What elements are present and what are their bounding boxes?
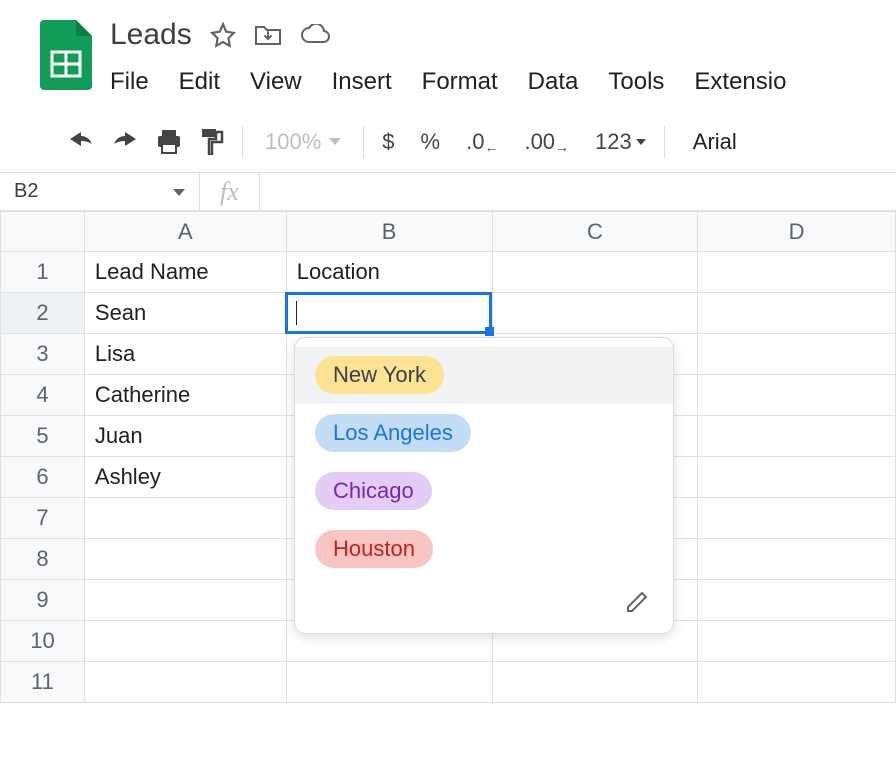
dropdown-option-houston[interactable]: Houston <box>295 520 673 578</box>
doc-title[interactable]: Leads <box>110 18 192 52</box>
separator <box>664 126 665 158</box>
row-header-1[interactable]: 1 <box>1 252 85 293</box>
chevron-down-icon <box>636 139 646 146</box>
sheets-logo[interactable] <box>40 20 92 95</box>
dropdown-footer <box>295 578 673 633</box>
increase-decimal-button[interactable]: .00→ <box>524 129 569 155</box>
zoom-value: 100% <box>265 129 321 155</box>
more-formats-button[interactable]: 123 <box>595 129 646 155</box>
row-header-5[interactable]: 5 <box>1 416 85 457</box>
chevron-down-icon <box>173 180 185 203</box>
row-header-3[interactable]: 3 <box>1 334 85 375</box>
name-box[interactable]: B2 <box>0 173 200 210</box>
formula-input[interactable] <box>260 173 896 210</box>
star-icon[interactable] <box>210 22 236 48</box>
menu-extensions[interactable]: Extensio <box>694 68 786 96</box>
chip-label: Chicago <box>315 472 432 510</box>
cell-d7[interactable] <box>698 498 896 539</box>
separator <box>363 126 364 158</box>
column-header-d[interactable]: D <box>698 212 896 252</box>
cell-a7[interactable] <box>84 498 286 539</box>
cell-d10[interactable] <box>698 621 896 662</box>
cell-d4[interactable] <box>698 375 896 416</box>
cloud-status-icon[interactable] <box>300 24 330 46</box>
chip-label: Los Angeles <box>315 414 471 452</box>
zoom-selector[interactable]: 100% <box>261 129 345 155</box>
header: Leads File Edit View Insert Format Data … <box>0 0 896 96</box>
row-header-4[interactable]: 4 <box>1 375 85 416</box>
move-icon[interactable] <box>254 23 282 47</box>
cell-d11[interactable] <box>698 662 896 703</box>
row-header-8[interactable]: 8 <box>1 539 85 580</box>
select-all-corner[interactable] <box>1 212 85 252</box>
chip-label: New York <box>315 356 444 394</box>
print-icon[interactable] <box>156 130 182 154</box>
history-group <box>68 129 224 155</box>
column-header-c[interactable]: C <box>492 212 698 252</box>
cell-a3[interactable]: Lisa <box>84 334 286 375</box>
undo-icon[interactable] <box>68 132 94 152</box>
cell-a6[interactable]: Ashley <box>84 457 286 498</box>
menu-tools[interactable]: Tools <box>608 68 664 96</box>
cell-a8[interactable] <box>84 539 286 580</box>
row-header-11[interactable]: 11 <box>1 662 85 703</box>
menu-file[interactable]: File <box>110 68 149 96</box>
title-row: Leads <box>110 12 896 52</box>
row-header-9[interactable]: 9 <box>1 580 85 621</box>
menu-view[interactable]: View <box>250 68 302 96</box>
validation-dropdown: New York Los Angeles Chicago Houston <box>294 337 674 634</box>
menu-insert[interactable]: Insert <box>332 68 392 96</box>
fx-label: fx <box>200 173 260 210</box>
doc-info: Leads File Edit View Insert Format Data … <box>110 12 896 96</box>
cell-a9[interactable] <box>84 580 286 621</box>
spreadsheet-grid: A B C D 1 Lead Name Location 2 Sean 3 Li… <box>0 211 896 703</box>
menu-format[interactable]: Format <box>422 68 498 96</box>
cell-a4[interactable]: Catherine <box>84 375 286 416</box>
cell-a5[interactable]: Juan <box>84 416 286 457</box>
cell-a2[interactable]: Sean <box>84 293 286 334</box>
cell-reference: B2 <box>14 180 38 203</box>
cell-d2[interactable] <box>698 293 896 334</box>
pencil-icon[interactable] <box>625 590 649 619</box>
cell-d9[interactable] <box>698 580 896 621</box>
cell-d6[interactable] <box>698 457 896 498</box>
dropdown-option-los-angeles[interactable]: Los Angeles <box>295 404 673 462</box>
font-selector[interactable]: Arial <box>683 129 737 155</box>
separator <box>242 126 243 158</box>
toolbar: 100% $ % .0← .00→ 123 Arial <box>0 112 896 173</box>
dropdown-option-new-york[interactable]: New York <box>295 346 673 404</box>
redo-icon[interactable] <box>112 132 138 152</box>
cell-b1[interactable]: Location <box>286 252 492 293</box>
cell-d3[interactable] <box>698 334 896 375</box>
cell-a11[interactable] <box>84 662 286 703</box>
cell-d5[interactable] <box>698 416 896 457</box>
number-format-group: $ % .0← .00→ 123 <box>382 129 645 155</box>
cell-b2[interactable] <box>286 293 492 334</box>
cell-c2[interactable] <box>492 293 698 334</box>
cell-c11[interactable] <box>492 662 698 703</box>
row-header-6[interactable]: 6 <box>1 457 85 498</box>
cell-b11[interactable] <box>286 662 492 703</box>
row-header-10[interactable]: 10 <box>1 621 85 662</box>
cell-d1[interactable] <box>698 252 896 293</box>
cell-a10[interactable] <box>84 621 286 662</box>
menu-bar: File Edit View Insert Format Data Tools … <box>110 52 896 96</box>
row-header-7[interactable]: 7 <box>1 498 85 539</box>
menu-data[interactable]: Data <box>528 68 579 96</box>
row-header-2[interactable]: 2 <box>1 293 85 334</box>
cell-a1[interactable]: Lead Name <box>84 252 286 293</box>
cell-c1[interactable] <box>492 252 698 293</box>
currency-button[interactable]: $ <box>382 129 394 155</box>
column-header-b[interactable]: B <box>286 212 492 252</box>
dropdown-option-chicago[interactable]: Chicago <box>295 462 673 520</box>
percent-button[interactable]: % <box>421 129 441 155</box>
chevron-down-icon <box>329 138 341 146</box>
paint-format-icon[interactable] <box>200 129 224 155</box>
cell-d8[interactable] <box>698 539 896 580</box>
formula-bar: B2 fx <box>0 173 896 211</box>
menu-edit[interactable]: Edit <box>179 68 220 96</box>
decrease-decimal-button[interactable]: .0← <box>466 129 498 155</box>
column-header-a[interactable]: A <box>84 212 286 252</box>
chip-label: Houston <box>315 530 433 568</box>
